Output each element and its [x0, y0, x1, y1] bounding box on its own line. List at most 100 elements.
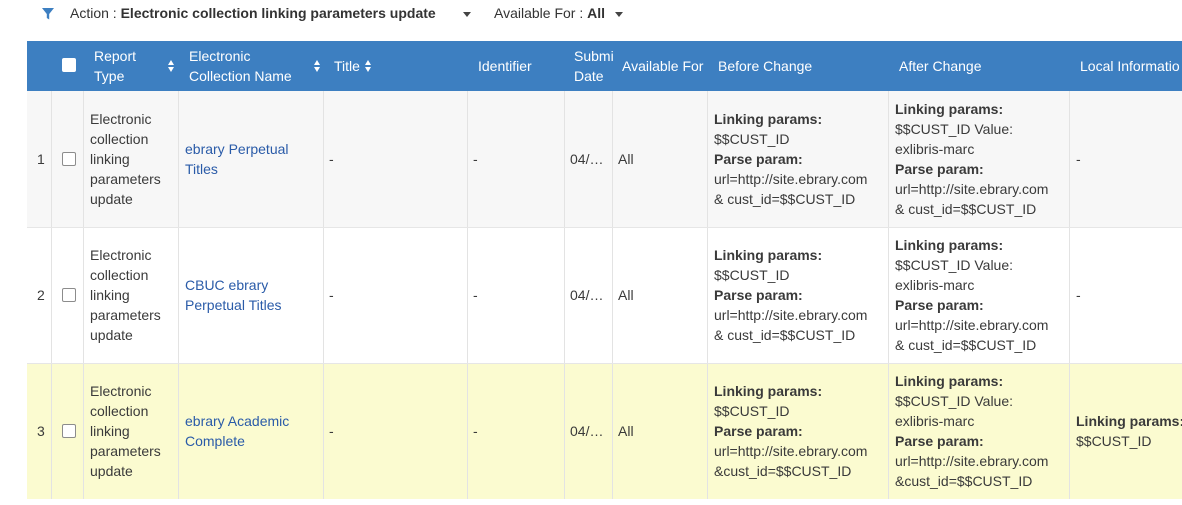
column-header-submit-date[interactable]: Submi Date [574, 41, 614, 91]
collection-name-link[interactable]: ebrary Perpetual Titles [185, 139, 289, 179]
report-type-line: parameters [90, 443, 161, 459]
column-header-after-change[interactable]: After Change [899, 41, 982, 91]
field-value: exlibris-marc [895, 413, 975, 429]
collection-name-link[interactable]: CBUC ebrary Perpetual Titles [185, 275, 282, 315]
column-divider [564, 363, 565, 499]
identifier-cell: - [473, 287, 478, 303]
report-type-line: collection [90, 131, 149, 147]
column-header-collection-name[interactable]: Electronic Collection Name [189, 41, 292, 91]
row-divider [27, 363, 1182, 364]
sort-icon[interactable] [314, 59, 322, 73]
row-number: 3 [37, 423, 45, 439]
field-value: & cust_id=$$CUST_ID [895, 201, 1037, 217]
header-text: Local Informatio [1080, 58, 1180, 74]
row-checkbox[interactable] [62, 152, 76, 166]
column-divider [612, 227, 613, 363]
column-divider [467, 227, 468, 363]
report-type-line: linking [90, 287, 130, 303]
column-divider [323, 363, 324, 499]
field-value: &cust_id=$$CUST_ID [714, 463, 852, 479]
field-value: $$CUST_ID Value: [895, 393, 1014, 409]
available-for-cell: All [618, 287, 634, 303]
column-header-local-information[interactable]: Local Informatio [1080, 41, 1182, 91]
field-value: $$CUST_ID [1076, 433, 1152, 449]
header-text: After Change [899, 58, 982, 74]
report-type-line: collection [90, 403, 149, 419]
column-divider [178, 91, 179, 227]
collection-name-line: Complete [185, 433, 245, 449]
action-filter-label: Action : [70, 5, 117, 21]
column-divider [323, 227, 324, 363]
header-text: Collection Name [189, 68, 292, 84]
field-label: Parse param: [714, 423, 803, 439]
table-row[interactable]: 1 Electronic collection linking paramete… [27, 91, 1182, 227]
row-checkbox[interactable] [62, 288, 76, 302]
available-for-cell: All [618, 151, 634, 167]
filter-bar: Action : Electronic collection linking p… [0, 0, 1182, 27]
table-row[interactable]: 3 Electronic collection linking paramete… [27, 363, 1182, 499]
report-type-line: Electronic [90, 247, 152, 263]
collection-name-line: ebrary Academic [185, 413, 290, 429]
field-value: - [1076, 151, 1081, 167]
field-label: Parse param: [895, 297, 984, 313]
available-for-filter[interactable]: Available For : All [494, 5, 605, 21]
header-text: Electronic [189, 48, 251, 64]
report-type-line: linking [90, 423, 130, 439]
header-text: Title [334, 58, 360, 74]
after-change-cell: Linking params: $$CUST_ID Value: exlibri… [895, 371, 1048, 491]
report-type-line: update [90, 327, 133, 343]
column-divider [323, 91, 324, 227]
action-filter-value: Electronic collection linking parameters… [120, 5, 436, 21]
field-label: Parse param: [714, 151, 803, 167]
collection-name-link[interactable]: ebrary Academic Complete [185, 411, 289, 451]
column-header-before-change[interactable]: Before Change [718, 41, 812, 91]
header-text: Submi [574, 48, 614, 64]
column-divider [888, 363, 889, 499]
field-value: &cust_id=$$CUST_ID [895, 473, 1033, 489]
action-filter[interactable]: Action : Electronic collection linking p… [70, 5, 436, 21]
identifier-cell: - [473, 151, 478, 167]
header-text: Identifier [478, 58, 532, 74]
table-header: Report Type Electronic Collection Name Tit… [27, 41, 1182, 91]
field-value: exlibris-marc [895, 277, 975, 293]
after-change-cell: Linking params: $$CUST_ID Value: exlibri… [895, 235, 1048, 355]
column-header-title[interactable]: Title [334, 41, 360, 91]
field-label: Linking params: [714, 111, 823, 127]
field-label: Linking params: [714, 247, 823, 263]
column-divider [707, 91, 708, 227]
report-type-cell: Electronic collection linking parameters… [90, 381, 161, 481]
row-divider [27, 227, 1182, 228]
table-row[interactable]: 2 Electronic collection linking paramete… [27, 227, 1182, 363]
submit-date-cell: 04/… [570, 287, 604, 303]
report-type-cell: Electronic collection linking parameters… [90, 245, 161, 345]
column-divider [83, 363, 84, 499]
sort-icon[interactable] [365, 59, 373, 73]
field-value: url=http://site.ebrary.com [714, 443, 868, 459]
before-change-cell: Linking params: $$CUST_ID Parse param: u… [714, 245, 867, 345]
column-divider [178, 363, 179, 499]
report-type-line: collection [90, 267, 149, 283]
row-checkbox[interactable] [62, 424, 76, 438]
report-type-line: parameters [90, 307, 161, 323]
submit-date-cell: 04/… [570, 423, 604, 439]
title-cell: - [329, 423, 334, 439]
collection-name-line: ebrary Perpetual [185, 141, 289, 157]
chevron-down-icon[interactable] [463, 12, 471, 17]
column-header-available-for[interactable]: Available For [622, 41, 703, 91]
field-value: url=http://site.ebrary.com [895, 181, 1049, 197]
column-header-identifier[interactable]: Identifier [478, 41, 532, 91]
field-value: & cust_id=$$CUST_ID [714, 191, 856, 207]
field-label: Linking params: [895, 237, 1004, 253]
field-label: Parse param: [714, 287, 803, 303]
available-for-cell: All [618, 423, 634, 439]
column-header-report-type[interactable]: Report Type [94, 41, 136, 91]
identifier-cell: - [473, 423, 478, 439]
filter-funnel-icon[interactable] [41, 7, 55, 21]
header-text: Type [94, 68, 125, 84]
field-label: Linking params: [895, 373, 1004, 389]
chevron-down-icon[interactable] [615, 12, 623, 17]
column-divider [467, 363, 468, 499]
sort-icon[interactable] [168, 59, 176, 73]
select-all-checkbox[interactable] [62, 58, 76, 72]
collection-name-line: Perpetual Titles [185, 297, 282, 313]
